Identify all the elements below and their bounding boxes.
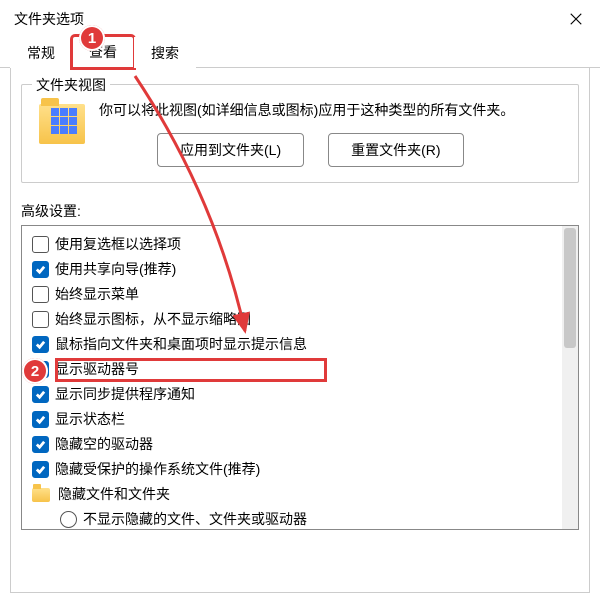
list-item[interactable]: 使用复选框以选择项 (28, 232, 574, 257)
tab-search[interactable]: 搜索 (134, 37, 196, 68)
list-item[interactable]: 显示同步提供程序通知 (28, 382, 574, 407)
list-item[interactable]: 使用共享向导(推荐) (28, 257, 574, 282)
folder-icon (32, 488, 50, 502)
checkbox[interactable] (32, 411, 49, 428)
list-item-label: 显示同步提供程序通知 (55, 384, 195, 405)
list-item-label: 隐藏受保护的操作系统文件(推荐) (55, 459, 260, 480)
list-item-label: 显示驱动器号 (55, 359, 139, 380)
list-item-label: 使用共享向导(推荐) (55, 259, 176, 280)
folder-views-desc: 你可以将此视图(如详细信息或图标)应用于这种类型的所有文件夹。 (99, 100, 563, 121)
window-title: 文件夹选项 (14, 9, 84, 29)
checkbox[interactable] (32, 461, 49, 478)
list-item[interactable]: 隐藏空的驱动器 (28, 432, 574, 457)
list-item-label: 不显示隐藏的文件、文件夹或驱动器 (83, 509, 307, 530)
list-item-label: 隐藏文件和文件夹 (58, 484, 170, 505)
checkbox[interactable] (32, 236, 49, 253)
list-item[interactable]: 显示驱动器号 (28, 357, 574, 382)
apply-to-folders-button[interactable]: 应用到文件夹(L) (157, 133, 304, 167)
checkbox[interactable] (32, 386, 49, 403)
checkbox[interactable] (32, 336, 49, 353)
checkbox[interactable] (32, 436, 49, 453)
advanced-settings-list: 使用复选框以选择项使用共享向导(推荐) 始终显示菜单始终显示图标，从不显示缩略图鼠… (21, 225, 579, 530)
list-item-label: 显示状态栏 (55, 409, 125, 430)
list-item[interactable]: 始终显示菜单 (28, 282, 574, 307)
list-item-label: 鼠标指向文件夹和桌面项时显示提示信息 (55, 334, 307, 355)
list-item-label: 始终显示菜单 (55, 284, 139, 305)
folder-views-icon (39, 104, 85, 144)
reset-folders-button[interactable]: 重置文件夹(R) (328, 133, 463, 167)
list-item[interactable]: 隐藏文件和文件夹 (28, 482, 574, 507)
list-item-label: 使用复选框以选择项 (55, 234, 181, 255)
tab-general[interactable]: 常规 (10, 37, 72, 68)
advanced-settings-label: 高级设置: (21, 201, 579, 221)
list-item[interactable]: 鼠标指向文件夹和桌面项时显示提示信息 (28, 332, 574, 357)
list-item[interactable]: 显示状态栏 (28, 407, 574, 432)
list-item-label: 隐藏空的驱动器 (55, 434, 153, 455)
checkbox[interactable] (32, 311, 49, 328)
close-icon[interactable] (566, 9, 586, 29)
list-item-label: 始终显示图标，从不显示缩略图 (55, 309, 251, 330)
annotation-badge-1: 1 (79, 25, 105, 51)
scrollbar[interactable] (562, 226, 578, 529)
folder-views-legend: 文件夹视图 (32, 75, 110, 95)
checkbox[interactable] (32, 286, 49, 303)
folder-views-group: 文件夹视图 你可以将此视图(如详细信息或图标)应用于这种类型的所有文件夹。 应用… (21, 84, 579, 183)
list-item[interactable]: 不显示隐藏的文件、文件夹或驱动器 (28, 507, 574, 530)
tab-content: 文件夹视图 你可以将此视图(如详细信息或图标)应用于这种类型的所有文件夹。 应用… (10, 68, 590, 593)
scrollbar-thumb[interactable] (564, 228, 576, 348)
annotation-badge-2: 2 (22, 358, 48, 384)
checkbox[interactable] (32, 261, 49, 278)
list-item[interactable]: 隐藏受保护的操作系统文件(推荐) (28, 457, 574, 482)
radio[interactable] (60, 511, 77, 528)
list-item[interactable]: 始终显示图标，从不显示缩略图 (28, 307, 574, 332)
